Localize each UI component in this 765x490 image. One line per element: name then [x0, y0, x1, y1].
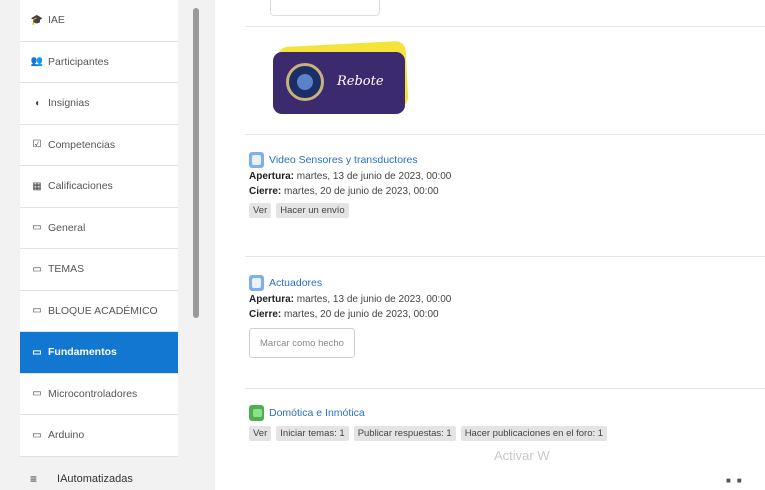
divider [245, 388, 765, 389]
corner-dots-icon: ■■ [726, 476, 748, 485]
requirement-chip: Hacer publicaciones en el foro: 1 [460, 426, 608, 441]
closing-date: martes, 20 de junio de 2023, 00:00 [284, 186, 439, 197]
sidebar-item-microcontroladores[interactable]: ▭ Microcontroladores [20, 373, 178, 415]
opening-date: martes, 13 de junio de 2023, 00:00 [296, 171, 452, 182]
activation-watermark: Activar W [494, 448, 550, 463]
sidebar-item-label: Fundamentos [48, 346, 117, 359]
course-index-list: 🎓 IAE 👥 Participantes ◖ Insignias ☑ Comp… [20, 0, 178, 457]
sidebar-item-label: BLOQUE ACADÉMICO [48, 304, 158, 317]
file-icon [249, 152, 264, 168]
activity-link[interactable]: Domótica e Inmótica [249, 404, 607, 422]
sidebar-item-label: Participantes [48, 55, 109, 68]
sidebar-item-label: IAutomatizadas [57, 473, 133, 485]
sidebar-item-temas[interactable]: ▭ TEMAS [20, 249, 178, 291]
sidebar-item-label: TEMAS [48, 263, 85, 276]
sidebar-item-competencias[interactable]: ☑ Competencias [20, 124, 178, 166]
activity-title: Video Sensores y transductores [269, 154, 418, 166]
sidebar-item-label: Calificaciones [48, 180, 113, 193]
sidebar-item-label: Competencias [48, 138, 116, 151]
requirement-chip: Hacer un envío [276, 203, 349, 218]
sidebar-item-general[interactable]: ▭ General [20, 207, 178, 249]
closing-label: Cierre: [249, 309, 282, 320]
divider [245, 134, 765, 135]
activity-opening: Apertura: martes, 13 de junio de 2023, 0… [249, 169, 451, 184]
closing-label: Cierre: [249, 186, 282, 197]
sidebar-item-label: General [48, 221, 86, 234]
divider [245, 26, 765, 27]
drawer-scrollbar[interactable] [193, 8, 199, 318]
sidebar-item-iae[interactable]: 🎓 IAE [20, 0, 178, 42]
requirement-chip: Publicar respuestas: 1 [353, 426, 456, 441]
sidebar-item-label: Arduino [48, 429, 85, 442]
menu-icon: ≡ [30, 472, 38, 486]
requirement-chip: Ver [249, 426, 272, 441]
activity-closing: Cierre: martes, 20 de junio de 2023, 00:… [249, 184, 451, 199]
completion-requirements: Ver Hacer un envío [249, 203, 451, 218]
activity-actuadores: Actuadores Apertura: martes, 13 de junio… [249, 274, 451, 358]
sidebar-item-calificaciones[interactable]: ▦ Calificaciones [20, 166, 178, 208]
folder-icon: ▭ [32, 263, 42, 275]
course-index-drawer: 🎓 IAE 👥 Participantes ◖ Insignias ☑ Comp… [0, 0, 215, 490]
previous-element-box [270, 0, 380, 16]
activity-link[interactable]: Video Sensores y transductores [249, 151, 451, 169]
sidebar-item-insignias[interactable]: ◖ Insignias [20, 83, 178, 125]
course-content: Rebote Video Sensores y transductores Ap… [215, 0, 765, 490]
shield-icon: ◖ [33, 97, 41, 109]
activity-title: Domótica e Inmótica [269, 407, 365, 419]
sidebar-item-label: IAE [48, 14, 65, 27]
folder-icon: ▭ [32, 429, 42, 441]
file-icon [249, 275, 264, 291]
divider [245, 256, 765, 257]
mark-as-done-button[interactable]: Marcar como hecho [249, 328, 355, 358]
folder-icon: ▭ [32, 305, 42, 317]
opening-label: Apertura: [249, 171, 295, 182]
sidebar-item-bloque-academico[interactable]: ▭ BLOQUE ACADÉMICO [20, 290, 178, 332]
rebote-banner[interactable]: Rebote [273, 40, 409, 116]
forum-icon [249, 405, 264, 421]
activity-opening: Apertura: martes, 13 de junio de 2023, 0… [249, 292, 451, 307]
sidebar-item-label: Microcontroladores [48, 387, 138, 400]
activity-title: Actuadores [269, 277, 323, 289]
emblem-icon [286, 63, 324, 101]
activity-closing: Cierre: martes, 20 de junio de 2023, 00:… [249, 307, 451, 322]
folder-icon: ▭ [32, 388, 42, 400]
activity-video-sensores: Video Sensores y transductores Apertura:… [249, 151, 451, 218]
folder-icon: ▭ [32, 346, 42, 358]
graduation-cap-icon: 🎓 [30, 14, 44, 26]
opening-date: martes, 13 de junio de 2023, 00:00 [296, 294, 452, 305]
sidebar-item-fundamentos[interactable]: ▭ Fundamentos [20, 332, 178, 374]
sidebar-item-label: Insignias [48, 97, 90, 110]
sidebar-item-iautomatizadas[interactable]: ≡ IAutomatizadas [0, 468, 215, 490]
completion-requirements: Ver Iniciar temas: 1 Publicar respuestas… [249, 426, 608, 441]
requirement-chip: Ver [249, 203, 272, 218]
sidebar-item-participantes[interactable]: 👥 Participantes [20, 41, 178, 83]
activity-link[interactable]: Actuadores [249, 274, 451, 292]
folder-icon: ▭ [32, 222, 42, 234]
opening-label: Apertura: [249, 294, 295, 305]
activity-domotica: Domótica e Inmótica Ver Iniciar temas: 1… [249, 404, 608, 441]
banner-label: Rebote [337, 74, 384, 89]
checkbox-icon: ☑ [32, 139, 42, 151]
users-icon: 👥 [30, 56, 44, 68]
grades-table-icon: ▦ [32, 180, 42, 192]
requirement-chip: Iniciar temas: 1 [276, 426, 349, 441]
sidebar-item-arduino[interactable]: ▭ Arduino [20, 415, 178, 457]
closing-date: martes, 20 de junio de 2023, 00:00 [284, 309, 439, 320]
